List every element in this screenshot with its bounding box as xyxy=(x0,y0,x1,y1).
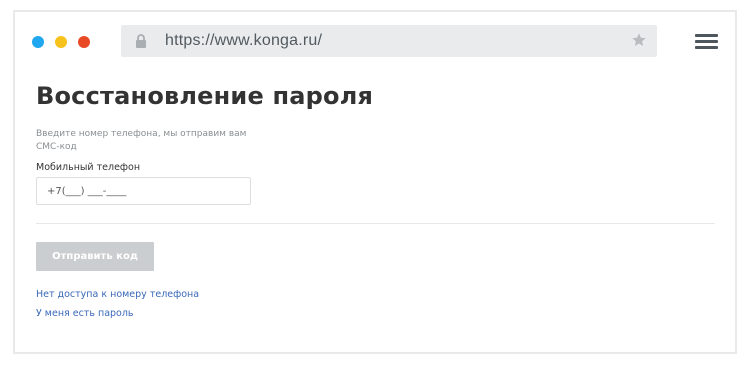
browser-window: https://www.konga.ru/ Восстановление пар… xyxy=(13,10,737,354)
phone-label: Мобильный телефон xyxy=(36,162,141,173)
no-phone-access-link[interactable]: Нет доступа к номеру телефона xyxy=(36,289,199,300)
page-content: Восстановление пароля Введите номер теле… xyxy=(15,12,735,352)
instruction-text: Введите номер телефона, мы отправим вам … xyxy=(36,129,247,152)
divider xyxy=(36,223,715,224)
have-password-link[interactable]: У меня есть пароль xyxy=(36,308,134,319)
page-title: Восстановление пароля xyxy=(36,82,374,110)
send-code-button[interactable]: Отправить код xyxy=(36,242,154,271)
phone-input[interactable] xyxy=(36,177,251,205)
